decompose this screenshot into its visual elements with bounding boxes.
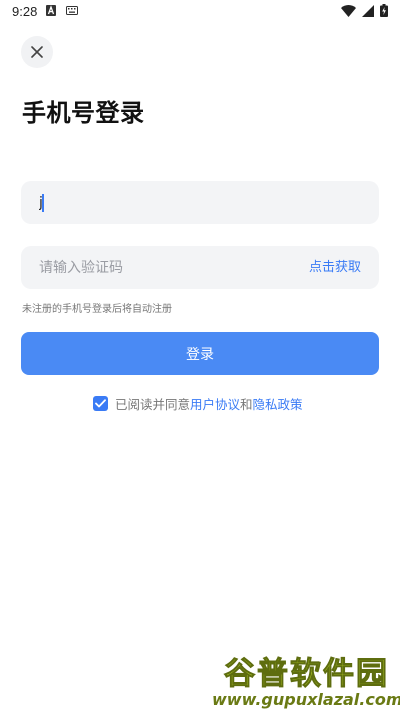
code-field-container: 点击获取 xyxy=(21,246,379,289)
get-code-button[interactable]: 点击获取 xyxy=(309,246,361,289)
close-icon xyxy=(31,46,43,58)
verification-code-input[interactable] xyxy=(39,246,299,289)
phone-input[interactable] xyxy=(39,181,299,224)
agreement-row: 已阅读并同意 用户协议和隐私政策 xyxy=(93,394,303,413)
phone-field-container xyxy=(21,181,379,224)
wifi-icon xyxy=(341,4,356,17)
watermark-logo-text: 谷普软件园 xyxy=(224,656,389,693)
watermark-url: www.gupuxlazal.com xyxy=(212,690,400,709)
agreement-prefix: 已阅读并同意 xyxy=(115,397,191,412)
auto-register-hint: 未注册的手机号登录后将自动注册 xyxy=(22,304,172,315)
login-button[interactable]: 登录 xyxy=(21,332,379,375)
checkmark-icon xyxy=(95,399,106,408)
battery-charging-icon xyxy=(380,4,388,17)
watermark: 谷普软件园 www.gupuxlazal.com xyxy=(212,648,400,710)
user-agreement-link[interactable]: 用户协议 xyxy=(190,394,240,413)
keyboard-icon xyxy=(66,6,78,15)
signal-icon xyxy=(362,4,374,17)
close-button[interactable] xyxy=(21,36,53,68)
privacy-policy-link[interactable]: 隐私政策 xyxy=(253,394,303,413)
agreement-conjunction: 和 xyxy=(240,397,253,412)
status-time: 9:28 xyxy=(12,4,38,19)
agreement-checkbox[interactable] xyxy=(93,396,108,411)
text-caret xyxy=(42,194,44,212)
page-title: 手机号登录 xyxy=(22,99,145,127)
a-notification-icon xyxy=(46,5,56,16)
status-bar: 9:28 xyxy=(0,0,400,24)
